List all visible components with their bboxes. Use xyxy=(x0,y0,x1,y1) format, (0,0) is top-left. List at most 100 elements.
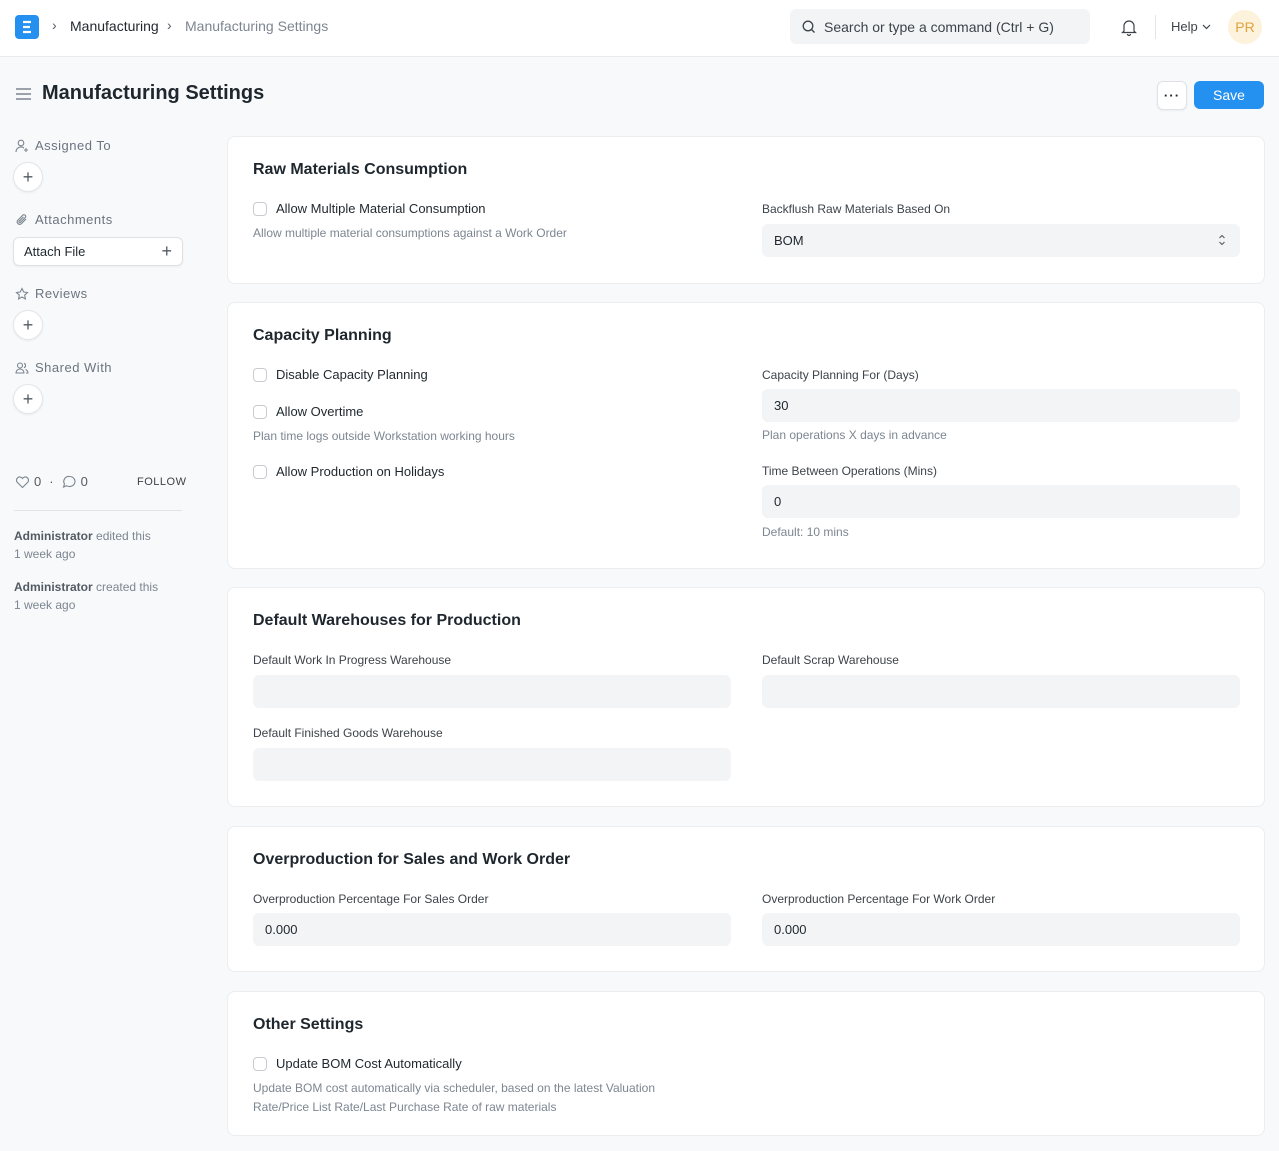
attachments-section: Attachments xyxy=(15,212,113,227)
activity-time: 1 week ago xyxy=(14,598,76,612)
navbar-divider xyxy=(1155,15,1156,39)
chevron-right-icon: › xyxy=(52,17,57,33)
plus-icon: + xyxy=(22,166,34,187)
field-description: Allow multiple material consumptions aga… xyxy=(253,226,567,240)
checkbox-label: Disable Capacity Planning xyxy=(276,367,428,382)
allow-multiple-consumption-checkbox[interactable]: Allow Multiple Material Consumption xyxy=(253,201,486,216)
more-actions-button[interactable]: ··· xyxy=(1157,81,1187,110)
attachments-label: Attachments xyxy=(35,212,113,227)
checkbox-label: Allow Production on Holidays xyxy=(276,464,445,479)
activity-user[interactable]: Administrator xyxy=(14,580,93,594)
activity-user[interactable]: Administrator xyxy=(14,529,93,543)
checkbox[interactable] xyxy=(253,404,267,419)
field-label: Backflush Raw Materials Based On xyxy=(762,202,951,216)
sidebar-divider xyxy=(14,510,182,511)
field-label: Overproduction Percentage For Work Order xyxy=(762,892,996,906)
checkbox[interactable] xyxy=(253,367,267,382)
select-value: BOM xyxy=(774,233,804,248)
page-title: Manufacturing Settings xyxy=(42,82,265,104)
checkbox-label: Update BOM Cost Automatically xyxy=(276,1056,462,1071)
reviews-section: Reviews xyxy=(15,286,88,301)
user-avatar[interactable]: PR xyxy=(1228,10,1262,44)
wip-warehouse-input[interactable] xyxy=(253,675,731,708)
disable-capacity-planning-checkbox[interactable]: Disable Capacity Planning xyxy=(253,367,428,382)
navbar: › Manufacturing › Manufacturing Settings… xyxy=(0,0,1279,57)
field-label: Default Finished Goods Warehouse xyxy=(253,726,443,740)
capacity-planning-days-input[interactable]: 30 xyxy=(762,389,1240,422)
heart-icon[interactable] xyxy=(15,475,30,489)
add-review-button[interactable]: + xyxy=(13,310,43,340)
allow-overtime-checkbox[interactable]: Allow Overtime xyxy=(253,404,363,419)
user-plus-icon xyxy=(15,139,28,152)
notifications-button[interactable] xyxy=(1121,18,1137,39)
activity-item: Administrator created this 1 week ago xyxy=(14,578,158,614)
section-title: Default Warehouses for Production xyxy=(253,612,521,629)
attach-file-label: Attach File xyxy=(24,244,86,259)
time-between-operations-input[interactable]: 0 xyxy=(762,485,1240,518)
backflush-select[interactable]: BOM xyxy=(762,224,1240,257)
overproduction-sales-order-input[interactable]: 0.000 xyxy=(253,913,731,946)
sidebar-toggle[interactable] xyxy=(15,87,32,104)
checkbox[interactable] xyxy=(253,464,267,479)
assigned-to-label: Assigned To xyxy=(35,138,112,153)
field-label: Capacity Planning For (Days) xyxy=(762,368,919,382)
shared-with-section: Shared With xyxy=(15,360,112,375)
section-capacity-planning: Capacity Planning Disable Capacity Plann… xyxy=(227,302,1265,569)
section-default-warehouses: Default Warehouses for Production Defaul… xyxy=(227,587,1265,807)
breadcrumb-manufacturing-settings[interactable]: Manufacturing Settings xyxy=(185,18,328,34)
checkbox-label: Allow Multiple Material Consumption xyxy=(276,201,486,216)
field-label: Default Scrap Warehouse xyxy=(762,653,899,667)
activity-item: Administrator edited this 1 week ago xyxy=(14,527,151,563)
breadcrumb-manufacturing[interactable]: Manufacturing xyxy=(70,18,159,34)
section-title: Other Settings xyxy=(253,1016,364,1033)
chevron-down-icon xyxy=(1202,24,1211,29)
follow-button[interactable]: FOLLOW xyxy=(137,476,186,488)
help-label: Help xyxy=(1171,19,1198,34)
update-bom-cost-checkbox[interactable]: Update BOM Cost Automatically xyxy=(253,1056,462,1071)
section-other-settings: Other Settings Update BOM Cost Automatic… xyxy=(227,991,1265,1136)
comment-icon[interactable] xyxy=(62,475,77,489)
allow-production-holidays-checkbox[interactable]: Allow Production on Holidays xyxy=(253,464,444,479)
description-line: Rate/Price List Rate/Last Purchase Rate … xyxy=(253,1100,557,1114)
overproduction-work-order-input[interactable]: 0.000 xyxy=(762,913,1240,946)
star-icon xyxy=(15,286,29,300)
activity-action: edited this xyxy=(96,529,151,543)
help-dropdown[interactable]: Help xyxy=(1171,19,1211,34)
checkbox[interactable] xyxy=(253,201,267,216)
section-title: Capacity Planning xyxy=(253,327,392,344)
save-button[interactable]: Save xyxy=(1194,81,1264,109)
scrap-warehouse-input[interactable] xyxy=(762,675,1240,708)
plus-icon: + xyxy=(22,314,34,335)
logo-icon xyxy=(23,20,31,34)
search-input[interactable]: Search or type a command (Ctrl + G) xyxy=(824,19,1054,35)
section-title: Raw Materials Consumption xyxy=(253,161,468,178)
activity-time: 1 week ago xyxy=(14,547,76,561)
plus-icon: + xyxy=(22,388,34,409)
add-share-button[interactable]: + xyxy=(13,384,43,414)
search-bar[interactable]: Search or type a command (Ctrl + G) xyxy=(790,9,1090,44)
select-arrows-icon xyxy=(1219,234,1225,246)
field-description: Update BOM cost automatically via schedu… xyxy=(253,1079,655,1117)
bell-icon xyxy=(1121,20,1137,37)
plus-icon: + xyxy=(161,241,172,261)
checkbox[interactable] xyxy=(253,1056,267,1071)
description-line: Update BOM cost automatically via schedu… xyxy=(253,1081,656,1095)
activity-action: created this xyxy=(96,580,159,594)
field-description: Plan operations X days in advance xyxy=(762,428,947,442)
add-assignee-button[interactable]: + xyxy=(13,162,43,192)
attach-file-button[interactable]: Attach File + xyxy=(13,237,183,266)
field-label: Default Work In Progress Warehouse xyxy=(253,653,452,667)
section-title: Overproduction for Sales and Work Order xyxy=(253,851,571,868)
users-icon xyxy=(15,361,29,374)
finished-goods-warehouse-input[interactable] xyxy=(253,748,731,781)
comments-count: 0 xyxy=(80,474,88,489)
field-description: Default: 10 mins xyxy=(762,525,849,539)
field-description: Plan time logs outside Workstation worki… xyxy=(253,429,515,443)
field-label: Overproduction Percentage For Sales Orde… xyxy=(253,892,489,906)
chevron-right-icon: › xyxy=(167,17,172,33)
app-logo[interactable] xyxy=(15,15,39,39)
likes-count: 0 xyxy=(34,474,42,489)
separator-dot: · xyxy=(49,474,54,489)
hamburger-icon xyxy=(16,88,31,100)
checkbox-label: Allow Overtime xyxy=(276,404,364,419)
